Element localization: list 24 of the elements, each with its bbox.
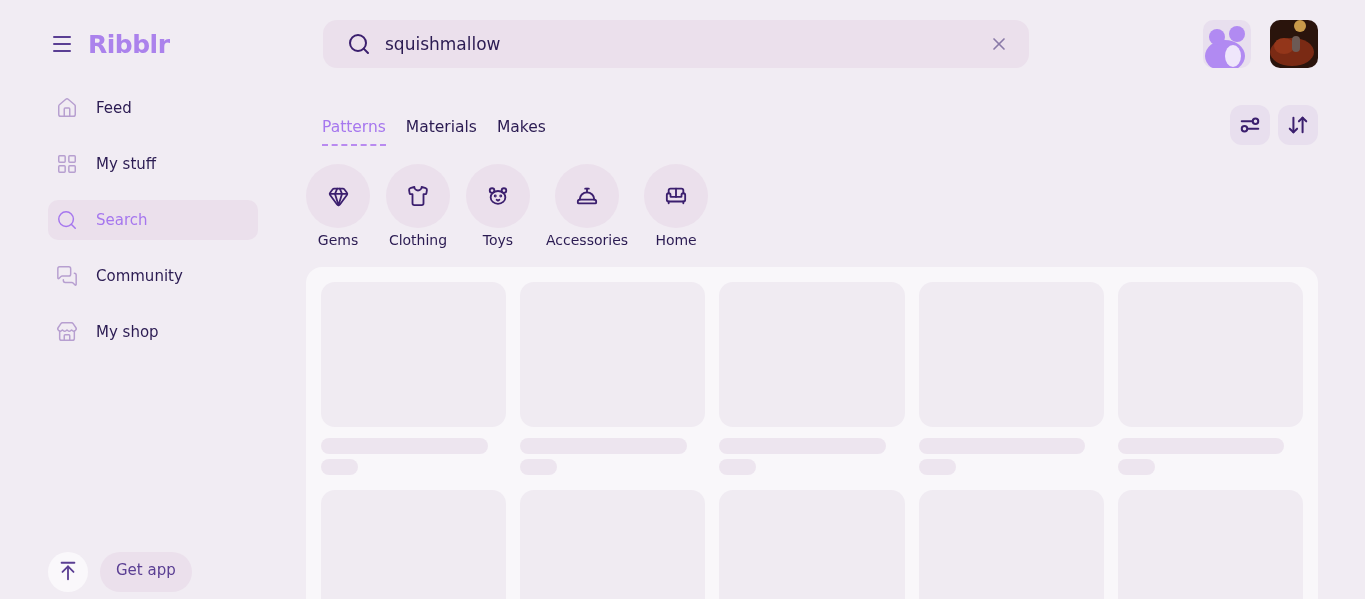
tab[interactable]: Materials bbox=[405, 112, 477, 146]
armchair-icon bbox=[665, 185, 688, 207]
home-icon bbox=[56, 97, 78, 119]
category-button[interactable]: Accessories bbox=[546, 164, 629, 267]
sidebar-item[interactable]: Feed bbox=[48, 88, 258, 128]
shop-icon bbox=[56, 321, 78, 343]
shirt-icon bbox=[407, 185, 429, 207]
scroll-top-button[interactable] bbox=[48, 552, 88, 592]
sort-arrows-icon bbox=[1287, 114, 1309, 136]
sidebar-item[interactable]: Community bbox=[48, 256, 258, 296]
grid-icon bbox=[56, 153, 78, 175]
bell-icon bbox=[576, 185, 598, 207]
chat-bubbles-icon bbox=[56, 265, 78, 287]
search-icon bbox=[347, 32, 371, 56]
tab[interactable]: Makes bbox=[496, 112, 546, 146]
bear-icon bbox=[487, 185, 509, 207]
gem-icon bbox=[327, 185, 349, 207]
sidebar-item[interactable]: My stuff bbox=[48, 144, 258, 184]
filter-button[interactable] bbox=[1230, 105, 1270, 145]
get-app-button[interactable]: Get app bbox=[100, 552, 192, 592]
sort-button[interactable] bbox=[1278, 105, 1318, 145]
sidebar-item[interactable]: My shop bbox=[48, 312, 258, 352]
search-icon bbox=[56, 209, 78, 231]
search-field[interactable]: squishmallow bbox=[323, 20, 1029, 68]
